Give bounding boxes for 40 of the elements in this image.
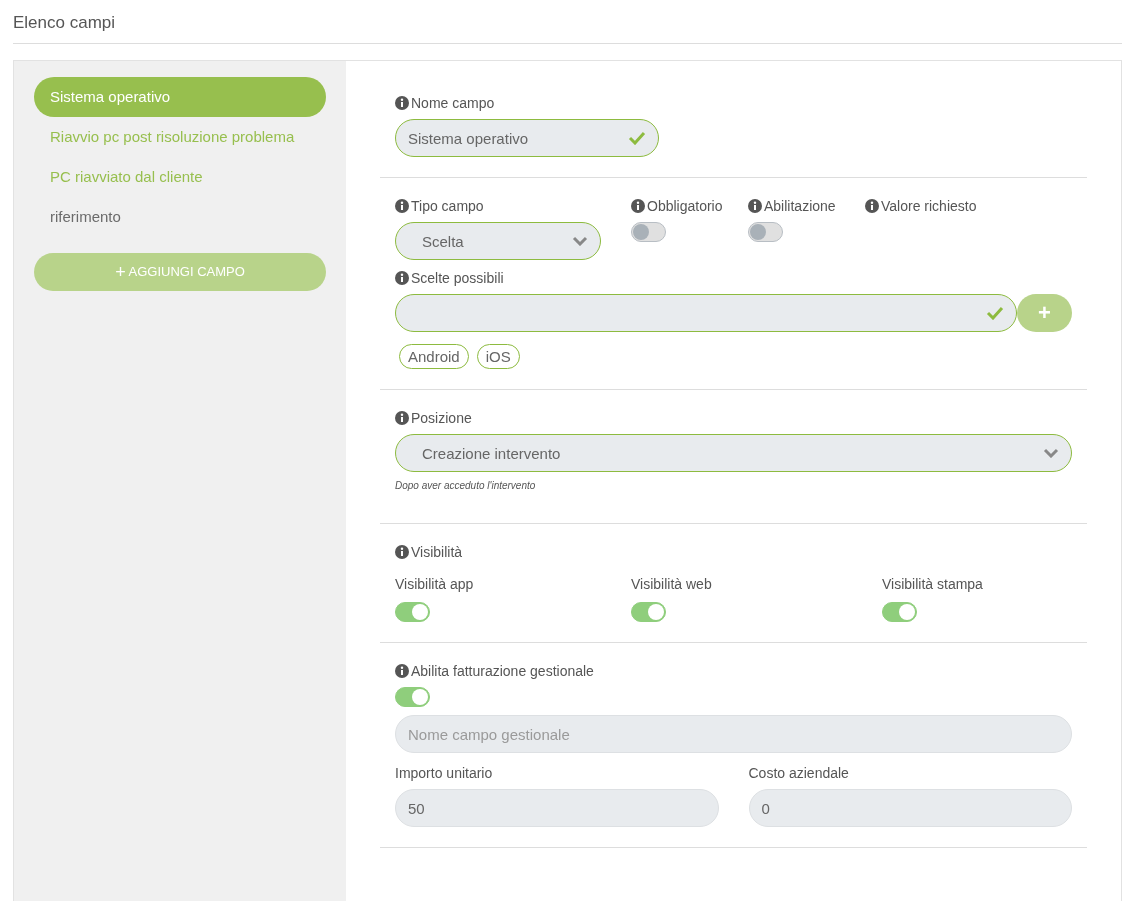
field-label: Abilita fatturazione gestionale <box>411 663 594 679</box>
info-icon <box>865 199 879 213</box>
field-label: Costo aziendale <box>748 765 850 781</box>
field-label: Tipo campo <box>411 198 484 214</box>
field-label: Obbligatorio <box>647 198 723 214</box>
sidebar-item[interactable]: riferimento <box>34 197 326 237</box>
field-label: Posizione <box>411 410 472 426</box>
page-title: Elenco campi <box>13 0 1122 44</box>
hint-text: Dopo aver acceduto l'intervento <box>395 480 537 493</box>
field-label: Abilitazione <box>764 198 836 214</box>
info-icon <box>395 664 409 678</box>
info-icon <box>631 199 645 213</box>
number-field[interactable]: 0 <box>748 789 1072 827</box>
toggle-switch[interactable] <box>631 602 666 622</box>
text-field[interactable] <box>395 294 1017 332</box>
chevron-down-icon <box>572 236 588 246</box>
select-field[interactable]: Scelta <box>395 222 601 260</box>
toggle-switch[interactable] <box>882 602 917 622</box>
toggle-switch[interactable] <box>395 602 430 622</box>
select-field[interactable]: Creazione intervento <box>395 434 1072 472</box>
toggle-switch[interactable] <box>631 222 666 242</box>
field-label: Scelte possibili <box>411 270 504 286</box>
text-field[interactable]: Sistema operativo <box>395 119 659 157</box>
field-label: Visibilità <box>411 544 463 560</box>
toggle-switch[interactable] <box>748 222 783 242</box>
info-icon <box>395 411 409 425</box>
info-icon <box>395 96 409 110</box>
field-label: Visibilità web <box>631 576 713 592</box>
info-icon <box>395 271 409 285</box>
chevron-down-icon <box>1043 448 1059 458</box>
number-field[interactable]: 50 <box>395 789 719 827</box>
info-icon <box>395 545 409 559</box>
toggle-switch[interactable] <box>395 687 430 707</box>
field-label: Visibilità app <box>395 576 475 592</box>
field-label: Valore richiesto <box>881 198 977 214</box>
field-label: Visibilità stampa <box>882 576 983 592</box>
info-icon <box>395 199 409 213</box>
field-label: Importo unitario <box>395 765 494 781</box>
field-label: Nome campo <box>411 95 495 111</box>
info-icon <box>748 199 762 213</box>
